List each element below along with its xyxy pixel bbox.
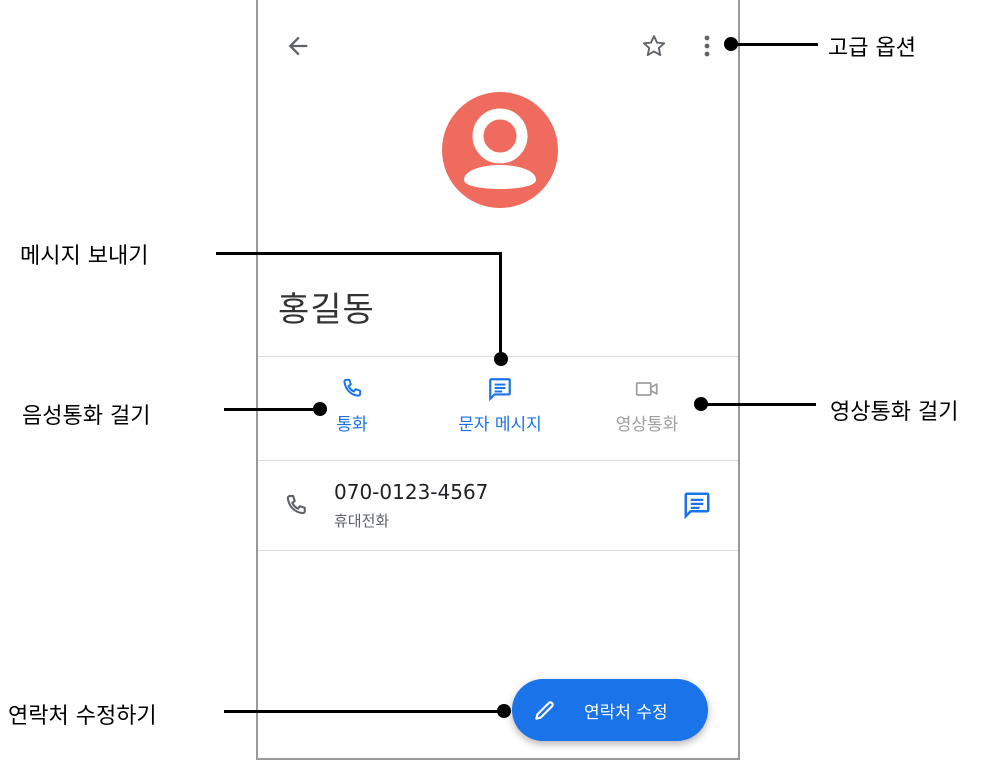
phone-screen: 홍길동 통화 문자 메시지 영상통화 070-0123-4567 휴대전화 연락…	[256, 0, 740, 760]
divider	[258, 550, 738, 551]
back-button[interactable]	[284, 32, 312, 60]
video-call-action[interactable]: 영상통화	[604, 376, 690, 435]
phone-number: 070-0123-4567	[334, 480, 489, 504]
message-action[interactable]: 문자 메시지	[444, 376, 556, 435]
annotation-dot	[497, 704, 511, 718]
annotation-line	[224, 710, 506, 713]
edit-contact-button[interactable]: 연락처 수정	[512, 679, 708, 741]
annotation-voice-call: 음성통화 걸기	[22, 404, 151, 429]
divider	[258, 460, 738, 461]
star-outline-icon	[642, 35, 666, 57]
contact-name: 홍길동	[278, 290, 375, 330]
annotation-dot	[313, 402, 327, 416]
more-options-button[interactable]	[700, 32, 714, 60]
phone-entry-row[interactable]	[258, 468, 738, 548]
call-label: 통화	[336, 415, 368, 435]
contact-avatar	[442, 92, 558, 208]
arrow-back-icon	[288, 36, 308, 56]
annotation-line	[224, 408, 320, 411]
annotation-edit-contact: 연락처 수정하기	[8, 704, 157, 729]
person-icon	[464, 108, 536, 189]
annotation-line	[700, 403, 816, 406]
favorite-button[interactable]	[640, 32, 668, 60]
annotation-more-options: 고급 옵션	[828, 36, 916, 61]
message-label: 문자 메시지	[458, 415, 542, 435]
pencil-icon	[535, 701, 554, 720]
annotation-line	[499, 252, 502, 358]
annotation-dot	[494, 352, 508, 366]
message-icon	[489, 378, 511, 402]
phone-icon	[286, 495, 306, 515]
annotation-video-call: 영상통화 걸기	[830, 400, 959, 425]
phone-type: 휴대전화	[334, 512, 390, 530]
annotation-send-message: 메시지 보내기	[20, 244, 149, 269]
annotation-line	[730, 43, 818, 46]
edit-contact-label: 연락처 수정	[584, 703, 668, 723]
message-icon	[684, 492, 710, 520]
annotation-line	[216, 252, 502, 255]
send-message-button[interactable]	[682, 490, 712, 520]
more-vert-icon	[704, 35, 710, 57]
video-call-label: 영상통화	[615, 415, 679, 435]
videocam-icon	[635, 382, 658, 396]
call-action[interactable]: 통화	[322, 376, 382, 435]
phone-icon	[343, 378, 362, 397]
phone-entry-icon	[282, 492, 310, 520]
